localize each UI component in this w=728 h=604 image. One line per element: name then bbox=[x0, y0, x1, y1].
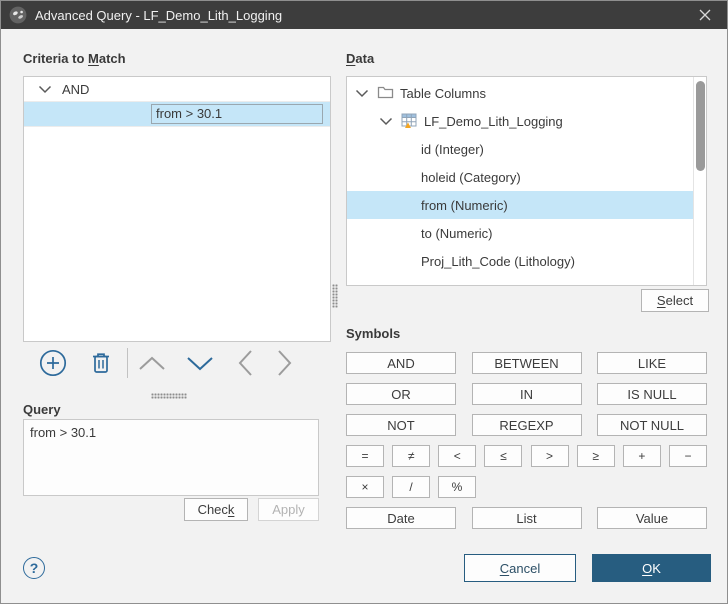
operator-equals-button[interactable]: = bbox=[346, 445, 384, 467]
tree-item-label: holeid (Category) bbox=[421, 170, 521, 185]
symbol-is-null-button[interactable]: IS NULL bbox=[597, 383, 707, 405]
criteria-toolbar bbox=[23, 345, 331, 381]
data-section-label: Data bbox=[346, 51, 374, 66]
criteria-item-row[interactable]: from > 30.1 bbox=[24, 102, 330, 127]
select-button[interactable]: Select bbox=[641, 289, 709, 312]
chevron-down-icon[interactable] bbox=[379, 117, 393, 126]
operator-plus-button[interactable]: + bbox=[623, 445, 661, 467]
tree-item-table-columns[interactable]: Table Columns bbox=[347, 79, 693, 107]
delete-criteria-button[interactable] bbox=[89, 350, 113, 376]
titlebar: Advanced Query - LF_Demo_Lith_Logging bbox=[1, 1, 727, 29]
tree-item-label: LF_Demo_Lith_Logging bbox=[424, 114, 563, 129]
criteria-root-row[interactable]: AND bbox=[24, 77, 330, 102]
date-button[interactable]: Date bbox=[346, 507, 456, 529]
move-left-button[interactable] bbox=[238, 349, 253, 377]
tree-item-label: from (Numeric) bbox=[421, 198, 508, 213]
symbol-in-button[interactable]: IN bbox=[472, 383, 582, 405]
symbol-not-button[interactable]: NOT bbox=[346, 414, 456, 436]
symbols-keyword-row-1: AND BETWEEN LIKE bbox=[346, 352, 707, 374]
symbols-operator-row-1: = ≠ < ≤ > ≥ + − bbox=[346, 445, 707, 467]
tree-item-label: id (Integer) bbox=[421, 142, 484, 157]
close-button[interactable] bbox=[682, 1, 727, 29]
operator-greater-than-button[interactable]: > bbox=[531, 445, 569, 467]
chevron-down-icon bbox=[186, 356, 214, 371]
tree-item-column[interactable]: Proj_Lith_Code (Lithology) bbox=[347, 247, 693, 275]
query-section-label: Query bbox=[23, 402, 61, 417]
advanced-query-dialog: Advanced Query - LF_Demo_Lith_Logging Cr… bbox=[0, 0, 728, 604]
operator-greater-equal-button[interactable]: ≥ bbox=[577, 445, 615, 467]
symbol-like-button[interactable]: LIKE bbox=[597, 352, 707, 374]
operator-modulo-button[interactable]: % bbox=[438, 476, 476, 498]
data-tree[interactable]: Table Columns LF_Demo_Lith_Logging bbox=[346, 76, 707, 286]
operator-minus-button[interactable]: − bbox=[669, 445, 707, 467]
list-button[interactable]: List bbox=[472, 507, 582, 529]
apply-button: Apply bbox=[258, 498, 319, 521]
tree-item-table[interactable]: LF_Demo_Lith_Logging bbox=[347, 107, 693, 135]
value-button[interactable]: Value bbox=[597, 507, 707, 529]
tree-item-column[interactable]: to (Numeric) bbox=[347, 219, 693, 247]
symbols-keyword-row-3: NOT REGEXP NOT NULL bbox=[346, 414, 707, 436]
cancel-button[interactable]: Cancel bbox=[464, 554, 576, 582]
chevron-down-icon[interactable] bbox=[38, 85, 52, 94]
app-logo-icon bbox=[9, 6, 27, 24]
table-warning-icon bbox=[401, 113, 418, 129]
move-right-button[interactable] bbox=[277, 349, 292, 377]
criteria-root-label: AND bbox=[62, 82, 89, 97]
tree-item-label: to (Numeric) bbox=[421, 226, 493, 241]
tree-item-column[interactable]: id (Integer) bbox=[347, 135, 693, 163]
symbols-keyword-row-2: OR IN IS NULL bbox=[346, 383, 707, 405]
symbol-regexp-button[interactable]: REGEXP bbox=[472, 414, 582, 436]
check-button[interactable]: Check bbox=[184, 498, 248, 521]
chevron-right-icon bbox=[277, 349, 292, 377]
tree-item-column-selected[interactable]: from (Numeric) bbox=[347, 191, 693, 219]
symbols-section-label: Symbols bbox=[346, 326, 400, 341]
plus-circle-icon bbox=[39, 349, 67, 377]
operator-less-than-button[interactable]: < bbox=[438, 445, 476, 467]
chevron-up-icon bbox=[138, 356, 166, 371]
symbols-operator-row-2: × / % bbox=[346, 476, 707, 498]
horizontal-splitter-handle[interactable] bbox=[151, 393, 187, 399]
criteria-section-label: Criteria to Match bbox=[23, 51, 126, 66]
window-title: Advanced Query - LF_Demo_Lith_Logging bbox=[35, 8, 682, 23]
criteria-item-editor[interactable]: from > 30.1 bbox=[151, 104, 323, 124]
ok-button[interactable]: OK bbox=[592, 554, 711, 582]
add-criteria-button[interactable] bbox=[39, 349, 67, 377]
tree-item-label: Table Columns bbox=[400, 86, 486, 101]
help-button[interactable]: ? bbox=[23, 557, 45, 579]
operator-divide-button[interactable]: / bbox=[392, 476, 430, 498]
trash-icon bbox=[89, 350, 113, 376]
operator-not-equals-button[interactable]: ≠ bbox=[392, 445, 430, 467]
tree-item-label: Proj_Lith_Code (Lithology) bbox=[421, 254, 575, 269]
help-icon: ? bbox=[30, 560, 39, 576]
scrollbar-thumb[interactable] bbox=[696, 81, 705, 171]
symbol-and-button[interactable]: AND bbox=[346, 352, 456, 374]
data-tree-scrollbar[interactable] bbox=[693, 77, 706, 285]
tree-item-column[interactable]: holeid (Category) bbox=[347, 163, 693, 191]
vertical-splitter-handle[interactable] bbox=[332, 284, 338, 308]
symbol-between-button[interactable]: BETWEEN bbox=[472, 352, 582, 374]
move-down-button[interactable] bbox=[186, 356, 214, 371]
query-text-input[interactable]: from > 30.1 bbox=[23, 419, 319, 496]
operator-less-equal-button[interactable]: ≤ bbox=[484, 445, 522, 467]
symbols-value-row: Date List Value bbox=[346, 507, 707, 529]
chevron-left-icon bbox=[238, 349, 253, 377]
toolbar-separator bbox=[127, 348, 128, 378]
symbol-not-null-button[interactable]: NOT NULL bbox=[597, 414, 707, 436]
criteria-tree[interactable]: AND from > 30.1 bbox=[23, 76, 331, 342]
operator-multiply-button[interactable]: × bbox=[346, 476, 384, 498]
symbol-or-button[interactable]: OR bbox=[346, 383, 456, 405]
move-up-button[interactable] bbox=[138, 356, 166, 371]
close-icon bbox=[699, 9, 711, 21]
folder-icon bbox=[377, 85, 394, 101]
chevron-down-icon[interactable] bbox=[355, 89, 369, 98]
